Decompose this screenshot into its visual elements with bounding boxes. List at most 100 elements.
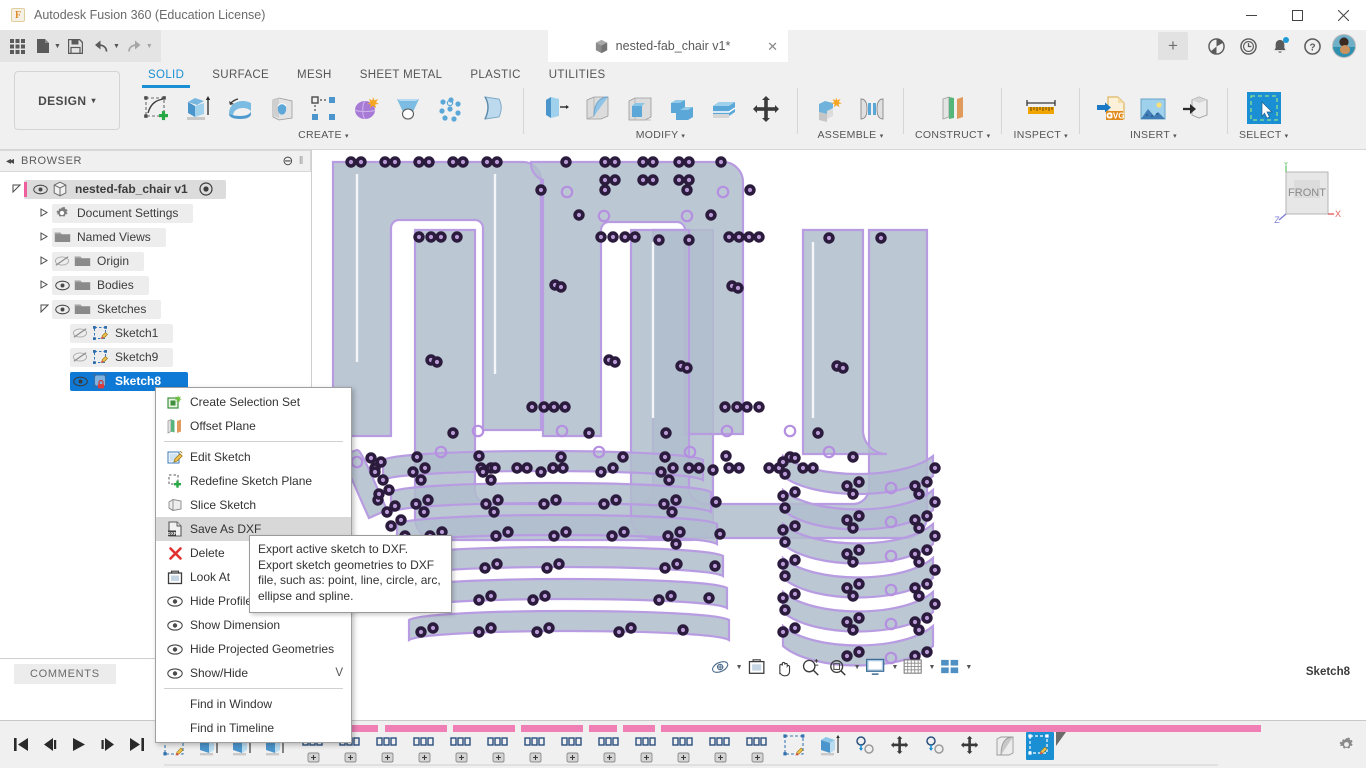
- maximize-button[interactable]: [1274, 0, 1320, 30]
- minimize-button[interactable]: [1228, 0, 1274, 30]
- step-forward-icon[interactable]: [95, 732, 121, 758]
- new-file-icon[interactable]: [30, 33, 56, 59]
- tree-row[interactable]: Sketch9: [70, 347, 174, 367]
- shell-icon[interactable]: [619, 89, 660, 129]
- visibility-eye-icon[interactable]: [52, 304, 72, 315]
- chevron-down-icon[interactable]: ▼: [965, 664, 972, 671]
- tree-row[interactable]: Bodies: [52, 275, 149, 295]
- tree-row[interactable]: nested-fab_chair v1: [24, 179, 226, 199]
- activate-component-icon[interactable]: [196, 182, 216, 196]
- visibility-eye-icon[interactable]: [30, 184, 50, 195]
- tree-node-document-settings[interactable]: Document Settings: [0, 201, 311, 225]
- create-sketch-icon[interactable]: [135, 89, 176, 129]
- panel-insert-label[interactable]: INSERT ▾: [1130, 129, 1177, 141]
- tree-row[interactable]: Named Views: [52, 227, 166, 247]
- redo-icon[interactable]: [122, 33, 148, 59]
- help-icon[interactable]: ?: [1298, 32, 1326, 60]
- tree-node-sketch9[interactable]: Sketch9: [0, 345, 311, 369]
- tree-node-origin[interactable]: Origin: [0, 249, 311, 273]
- panel-inspect-label[interactable]: INSPECT ▾: [1013, 129, 1067, 141]
- close-button[interactable]: [1320, 0, 1366, 30]
- pattern-icon[interactable]: [303, 89, 344, 129]
- grid-snap-icon[interactable]: [900, 654, 925, 680]
- tree-row[interactable]: Document Settings: [52, 203, 194, 223]
- tree-node-bodies[interactable]: Bodies: [0, 273, 311, 297]
- menu-item-slice-sketch[interactable]: Slice Sketch: [156, 493, 351, 517]
- loft-icon[interactable]: [387, 89, 428, 129]
- tree-node-named-views[interactable]: Named Views: [0, 225, 311, 249]
- extrude-icon[interactable]: [177, 89, 218, 129]
- menu-item-hide-projected-geometries[interactable]: Hide Projected Geometries: [156, 637, 351, 661]
- panel-assemble-label[interactable]: ASSEMBLE ▾: [817, 129, 883, 141]
- new-component-icon[interactable]: [809, 89, 850, 129]
- tree-node-sketches[interactable]: Sketches: [0, 297, 311, 321]
- tab-mesh[interactable]: MESH: [283, 66, 346, 85]
- visibility-hidden-icon[interactable]: [70, 327, 90, 339]
- account-avatar[interactable]: [1330, 32, 1358, 60]
- measure-icon[interactable]: [1020, 89, 1061, 129]
- chevron-down-icon[interactable]: ▼: [892, 664, 899, 671]
- chevron-down-icon[interactable]: ▼: [736, 664, 743, 671]
- step-back-icon[interactable]: [37, 732, 63, 758]
- expand-arrow-icon[interactable]: [36, 255, 52, 267]
- tree-node-sketch1[interactable]: Sketch1: [0, 321, 311, 345]
- tab-solid[interactable]: SOLID: [134, 66, 198, 88]
- visibility-eye-icon[interactable]: [52, 280, 72, 291]
- app-grid-icon[interactable]: [4, 33, 30, 59]
- offset-plane-icon[interactable]: [932, 89, 973, 129]
- menu-item-find-in-timeline[interactable]: Find in Timeline: [156, 716, 351, 740]
- play-icon[interactable]: [66, 732, 92, 758]
- canvas-image-icon[interactable]: [1133, 89, 1174, 129]
- close-icon[interactable]: ✕: [767, 39, 778, 55]
- visibility-hidden-icon[interactable]: [52, 255, 72, 267]
- chevron-down-icon[interactable]: ▼: [854, 664, 861, 671]
- pan-icon[interactable]: [772, 654, 797, 680]
- insert-derive-icon[interactable]: [1175, 89, 1216, 129]
- menu-item-edit-sketch[interactable]: Edit Sketch: [156, 445, 351, 469]
- fit-icon[interactable]: [826, 654, 851, 680]
- combine-icon[interactable]: [661, 89, 702, 129]
- tab-utilities[interactable]: UTILITIES: [535, 66, 620, 85]
- undo-icon[interactable]: [89, 33, 115, 59]
- go-to-end-icon[interactable]: [124, 732, 150, 758]
- expand-arrow-icon[interactable]: [36, 207, 52, 219]
- press-pull-icon[interactable]: [535, 89, 576, 129]
- panel-modify-label[interactable]: MODIFY ▾: [636, 129, 686, 141]
- look-at-icon[interactable]: [745, 654, 770, 680]
- tree-row[interactable]: Sketch1: [70, 323, 174, 343]
- view-cube[interactable]: FRONT Y X Z: [1272, 159, 1344, 234]
- menu-item-show-hide[interactable]: Show/Hide V: [156, 661, 351, 685]
- comments-tab[interactable]: COMMENTS: [14, 663, 116, 684]
- menu-item-show-dimension[interactable]: Show Dimension: [156, 613, 351, 637]
- document-tab[interactable]: nested-fab_chair v1* ✕: [548, 30, 788, 62]
- menu-item-offset-plane[interactable]: Offset Plane: [156, 414, 351, 438]
- expand-arrow-icon[interactable]: [36, 304, 52, 315]
- new-tab-button[interactable]: +: [1158, 32, 1188, 60]
- visibility-hidden-icon[interactable]: [70, 351, 90, 363]
- sweep-icon[interactable]: [261, 89, 302, 129]
- panel-select-label[interactable]: SELECT ▾: [1239, 129, 1289, 141]
- display-settings-icon[interactable]: [863, 654, 889, 680]
- tree-row[interactable]: Origin: [52, 251, 145, 271]
- go-to-beginning-icon[interactable]: [8, 732, 34, 758]
- expand-arrow-icon[interactable]: [8, 184, 24, 195]
- recent-activity-icon[interactable]: [1234, 32, 1262, 60]
- timeline-settings-gear-icon[interactable]: [1326, 736, 1366, 753]
- orbit-icon[interactable]: [707, 654, 733, 680]
- panel-construct-label[interactable]: CONSTRUCT ▾: [915, 129, 990, 141]
- tab-surface[interactable]: SURFACE: [198, 66, 283, 85]
- tab-sheet-metal[interactable]: SHEET METAL: [346, 66, 457, 85]
- minimize-panel-icon[interactable]: ⊖: [282, 153, 294, 169]
- chevron-down-icon[interactable]: ▼: [928, 664, 935, 671]
- workspace-switcher[interactable]: DESIGN ▾: [14, 71, 120, 130]
- menu-item-create-selection-set[interactable]: Create Selection Set: [156, 390, 351, 414]
- tab-plastic[interactable]: PLASTIC: [456, 66, 534, 85]
- move-copy-icon[interactable]: [745, 89, 786, 129]
- tree-row[interactable]: Sketches: [52, 299, 162, 319]
- expand-arrow-icon[interactable]: [36, 279, 52, 291]
- hole-pattern-icon[interactable]: [429, 89, 470, 129]
- panel-create-label[interactable]: CREATE ▾: [298, 129, 349, 141]
- zoom-icon[interactable]: [799, 654, 824, 680]
- split-face-icon[interactable]: [703, 89, 744, 129]
- job-status-icon[interactable]: [1202, 32, 1230, 60]
